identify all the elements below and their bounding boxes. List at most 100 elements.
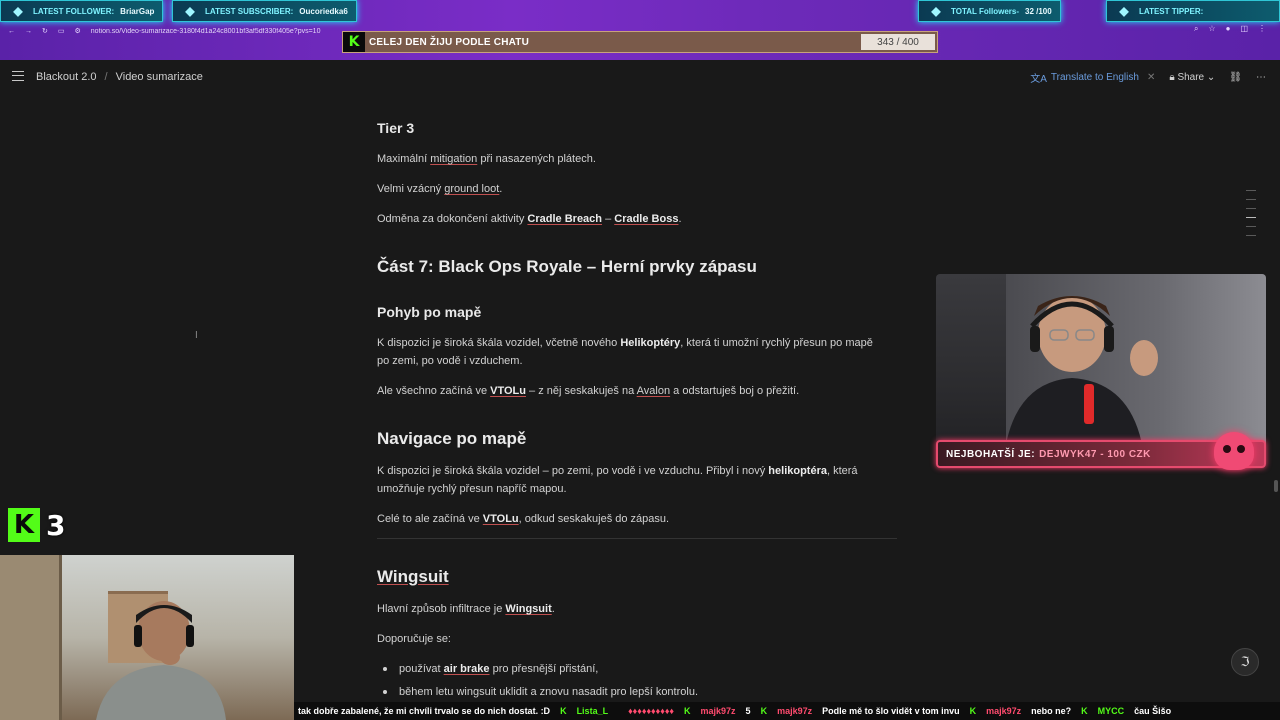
kick-number: 3 (46, 508, 66, 542)
site-info-icon[interactable]: ⚙ (75, 27, 81, 35)
chat-message: tak dobře zabalené, že mi chvíli trvalo … (298, 706, 551, 716)
navigation-heading: Navigace po mapě (377, 429, 527, 448)
breadcrumb-workspace[interactable]: Blackout 2.0 (36, 71, 97, 83)
sidebar-toggle-icon[interactable] (12, 71, 24, 81)
goal-title: CELEJ DEN ŽIJU PODLE CHATU (369, 36, 530, 48)
latest-tipper-label: LATEST TIPPER: (1139, 6, 1204, 16)
bookmark-icon[interactable]: ☆ (1208, 24, 1215, 34)
share-label: Share (1177, 72, 1205, 83)
kick-logo-icon: K (684, 706, 691, 716)
latest-subscriber-alert: ◆ LATEST SUBSCRIBER: Oucoriedka6 (172, 0, 357, 22)
chat-ticker: tak dobře zabalené, že mi chvíli trvalo … (294, 702, 1280, 720)
emote-row: ♦♦♦♦♦♦♦♦♦♦ (628, 706, 675, 716)
kick-logo-icon: K (969, 706, 977, 716)
emblem-icon: ◆ (931, 4, 941, 18)
latest-subscriber-name: Oucoriedka6 (299, 6, 348, 16)
chat-message: 5 (745, 706, 751, 716)
latest-subscriber-label: LATEST SUBSCRIBER: (205, 6, 294, 16)
topbar-actions: 文A Translate to English ✕ 🔒︎ Share ⌄ ⛓ ⋯ (1030, 70, 1266, 85)
navigation-paragraph-2: Celé to ale začíná ve VTOLu, odkud seska… (377, 513, 670, 525)
guest-figure (96, 601, 226, 720)
richest-label: NEJBOHATŠÍ JE: (946, 448, 1036, 460)
wingsuit-heading: Wingsuit (377, 567, 449, 586)
chat-username: majk97z (777, 706, 813, 716)
lock-icon: 🔒︎ (1169, 72, 1175, 83)
part7-heading: Část 7: Black Ops Royale – Herní prvky z… (377, 257, 757, 276)
movement-heading: Pohyb po mapě (377, 304, 482, 320)
latest-tipper-alert: ◆ LATEST TIPPER: (1106, 0, 1280, 22)
kick-logo-icon: K (760, 706, 768, 716)
extensions-icon[interactable]: ◫ (1240, 24, 1248, 34)
scrollbar-thumb[interactable] (1274, 480, 1278, 492)
latest-follower-name: BriarGap (120, 6, 155, 16)
chat-goal-bar: K CELEJ DEN ŽIJU PODLE CHATU 343 / 400 (342, 31, 938, 53)
total-followers-count: 32 /100 (1025, 6, 1052, 16)
navigation-paragraph-1: K dispozici je široká škála vozidel – po… (377, 465, 858, 495)
chat-message: čau Šišo (1134, 706, 1172, 716)
streamer-figure (1004, 296, 1158, 456)
list-item: během letu wingsuit uklidit a znovu nasa… (399, 686, 699, 698)
menu-icon[interactable]: ⋮ (1258, 24, 1266, 34)
chat-username: majk97z (700, 706, 736, 716)
wingsuit-paragraph-2: Doporučuje se: (377, 633, 451, 645)
forward-icon[interactable]: → (25, 28, 32, 35)
tier3-paragraph-3: Odměna za dokončení aktivity Cradle Brea… (377, 213, 682, 225)
divider (377, 538, 897, 539)
chat-username: Lista_L (576, 706, 609, 716)
chat-username: majk97z (986, 706, 1022, 716)
address-bar[interactable]: notion.so/Video-sumarizace-3180f4d1a24c8… (91, 28, 321, 35)
tier3-heading: Tier 3 (377, 120, 415, 136)
translate-label: Translate to English (1050, 72, 1139, 83)
emblem-icon: ◆ (13, 4, 23, 18)
total-followers-label: TOTAL Followers- (951, 6, 1020, 16)
table-of-contents[interactable] (1246, 190, 1258, 244)
skull-icon (1214, 432, 1254, 470)
emblem-icon: ◆ (185, 4, 195, 18)
profile-icon[interactable]: ● (1226, 24, 1231, 34)
bullet-dot (383, 667, 387, 671)
tier3-paragraph-2: Velmi vzácný ground loot. (377, 183, 503, 195)
translate-icon: 文A (1030, 74, 1047, 85)
latest-follower-label: LATEST FOLLOWER: (33, 6, 115, 16)
wingsuit-paragraph-1: Hlavní způsob infiltrace je Wingsuit. (377, 603, 555, 615)
kick-logo-icon: K (8, 508, 40, 542)
text-cursor-icon: I (195, 330, 198, 341)
tier3-paragraph-1: Maximální mitigation při nasazených plát… (377, 153, 596, 165)
breadcrumb: Blackout 2.0 / Video sumarizace (36, 71, 203, 83)
list-item: používat air brake pro přesnější přistán… (399, 663, 599, 675)
back-icon[interactable]: ← (8, 28, 15, 35)
chevron-down-icon: ⌄ (1206, 72, 1216, 83)
screen: ◆ LATEST FOLLOWER: BriarGap ◆ LATEST SUB… (0, 0, 1280, 720)
latest-follower-alert: ◆ LATEST FOLLOWER: BriarGap (0, 0, 164, 22)
movement-paragraph-1: K dispozici je široká škála vozidel, vče… (377, 337, 873, 367)
link-icon[interactable]: ⛓ (1229, 72, 1242, 83)
streamer-webcam (936, 274, 1266, 468)
kick-logo-icon: K (1081, 706, 1088, 716)
emblem-icon: ◆ (1119, 4, 1129, 18)
kick-logo-icon: K (343, 32, 365, 52)
kick-badge: K 3 (8, 508, 65, 542)
chat-message: Podle mě to šlo vidět v tom invu (822, 706, 960, 716)
breadcrumb-page[interactable]: Video sumarizace (116, 71, 203, 83)
zoom-icon[interactable]: ⌕ (1194, 24, 1198, 34)
translate-button[interactable]: 文A Translate to English ✕ (1030, 70, 1155, 85)
goal-counter: 343 / 400 (861, 34, 935, 50)
notion-ai-icon: ℑ (1240, 654, 1250, 669)
reload-icon[interactable]: ↻ (42, 27, 48, 35)
background-door (0, 555, 62, 720)
breadcrumb-separator: / (104, 71, 108, 83)
chat-message: nebo ne? (1031, 706, 1072, 716)
close-icon[interactable]: ✕ (1147, 72, 1155, 83)
more-icon[interactable]: ⋯ (1256, 72, 1266, 83)
richest-value: DEJWYK47 - 100 CZK (1039, 448, 1151, 460)
guest-webcam (0, 555, 294, 720)
notion-ai-button[interactable]: ℑ (1231, 648, 1259, 676)
notion-topbar: Blackout 2.0 / Video sumarizace 文A Trans… (0, 60, 1280, 94)
bullet-dot (383, 690, 387, 694)
share-button[interactable]: 🔒︎ Share ⌄ (1169, 72, 1215, 83)
total-followers-alert: ◆ TOTAL Followers- 32 /100 (918, 0, 1061, 22)
kick-logo-icon: K (560, 706, 567, 716)
tab-icon[interactable]: ▭ (58, 27, 65, 35)
browser-actions: ⌕ ☆ ● ◫ ⋮ (1194, 24, 1266, 34)
movement-paragraph-2: Ale všechno začíná ve VTOLu – z něj sesk… (377, 385, 800, 397)
